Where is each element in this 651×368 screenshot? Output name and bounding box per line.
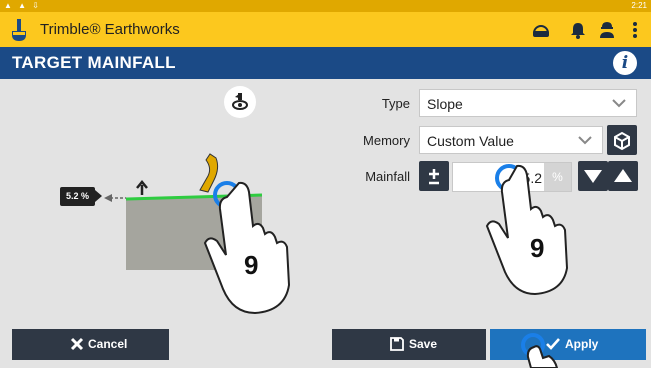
excavator-logo-icon bbox=[12, 19, 26, 41]
apply-button[interactable]: Apply bbox=[490, 329, 646, 360]
user-icon[interactable] bbox=[597, 20, 617, 40]
cancel-label: Cancel bbox=[88, 337, 128, 351]
checkmark-icon bbox=[546, 338, 560, 350]
ground-block bbox=[126, 196, 262, 270]
cancel-button[interactable]: Cancel bbox=[12, 329, 169, 360]
memory-value: Custom Value bbox=[427, 133, 514, 149]
screen-header: TARGET MAINFALL i bbox=[0, 47, 651, 79]
slope-value-label: 5.2 % bbox=[60, 187, 103, 206]
decrement-button[interactable] bbox=[578, 161, 608, 191]
memory-label: Memory bbox=[363, 133, 410, 148]
save-button[interactable]: Save bbox=[332, 329, 486, 360]
mainfall-value: 5.2 bbox=[522, 170, 542, 186]
headset-icon[interactable] bbox=[531, 20, 551, 40]
mainfall-input[interactable]: 5.2 % bbox=[452, 162, 572, 192]
increment-button[interactable] bbox=[608, 161, 638, 191]
chevron-down-icon bbox=[578, 136, 592, 145]
app-title: Trimble® Earthworks bbox=[40, 21, 180, 38]
status-bar: ▲ ▲ ⇩ 2:21 bbox=[0, 0, 651, 12]
apply-label: Apply bbox=[565, 337, 599, 351]
type-label: Type bbox=[381, 96, 410, 111]
gesture-count-left: 9 bbox=[244, 250, 259, 280]
clock: 2:21 bbox=[631, 1, 647, 10]
status-icons: ▲ ▲ ⇩ bbox=[4, 1, 41, 10]
gesture-count-right: 9 bbox=[530, 233, 545, 263]
close-icon bbox=[70, 337, 84, 351]
save-label: Save bbox=[409, 337, 438, 351]
unit-label: % bbox=[544, 163, 571, 191]
type-value: Slope bbox=[427, 96, 463, 112]
screen: ▲ ▲ ⇩ 2:21 Trimble® Earthworks TARGET MA… bbox=[0, 0, 651, 368]
more-vert-icon[interactable] bbox=[630, 20, 640, 40]
triangle-down-icon bbox=[584, 170, 602, 183]
view-toggle-button[interactable] bbox=[224, 86, 256, 118]
plus-minus-icon bbox=[429, 169, 439, 185]
bell-icon[interactable] bbox=[568, 20, 588, 40]
app-bar: Trimble® Earthworks bbox=[0, 12, 651, 47]
type-select[interactable]: Slope bbox=[419, 89, 637, 117]
sign-toggle-button[interactable] bbox=[419, 161, 449, 191]
up-arrow-icon bbox=[136, 180, 148, 195]
memory-save-button[interactable] bbox=[607, 125, 637, 155]
mainfall-label: Mainfall bbox=[365, 169, 410, 184]
triangle-up-icon bbox=[614, 169, 632, 182]
eye-blade-icon bbox=[232, 93, 248, 110]
slope-arrow-icon bbox=[104, 194, 112, 202]
info-icon: i bbox=[621, 53, 629, 73]
excavator-bucket-icon bbox=[199, 153, 219, 193]
save-icon bbox=[390, 337, 404, 351]
memory-select[interactable]: Custom Value bbox=[419, 126, 603, 154]
page-title: TARGET MAINFALL bbox=[12, 53, 176, 72]
info-button[interactable]: i bbox=[613, 51, 637, 75]
chevron-down-icon bbox=[612, 99, 626, 108]
box-icon bbox=[614, 131, 630, 151]
